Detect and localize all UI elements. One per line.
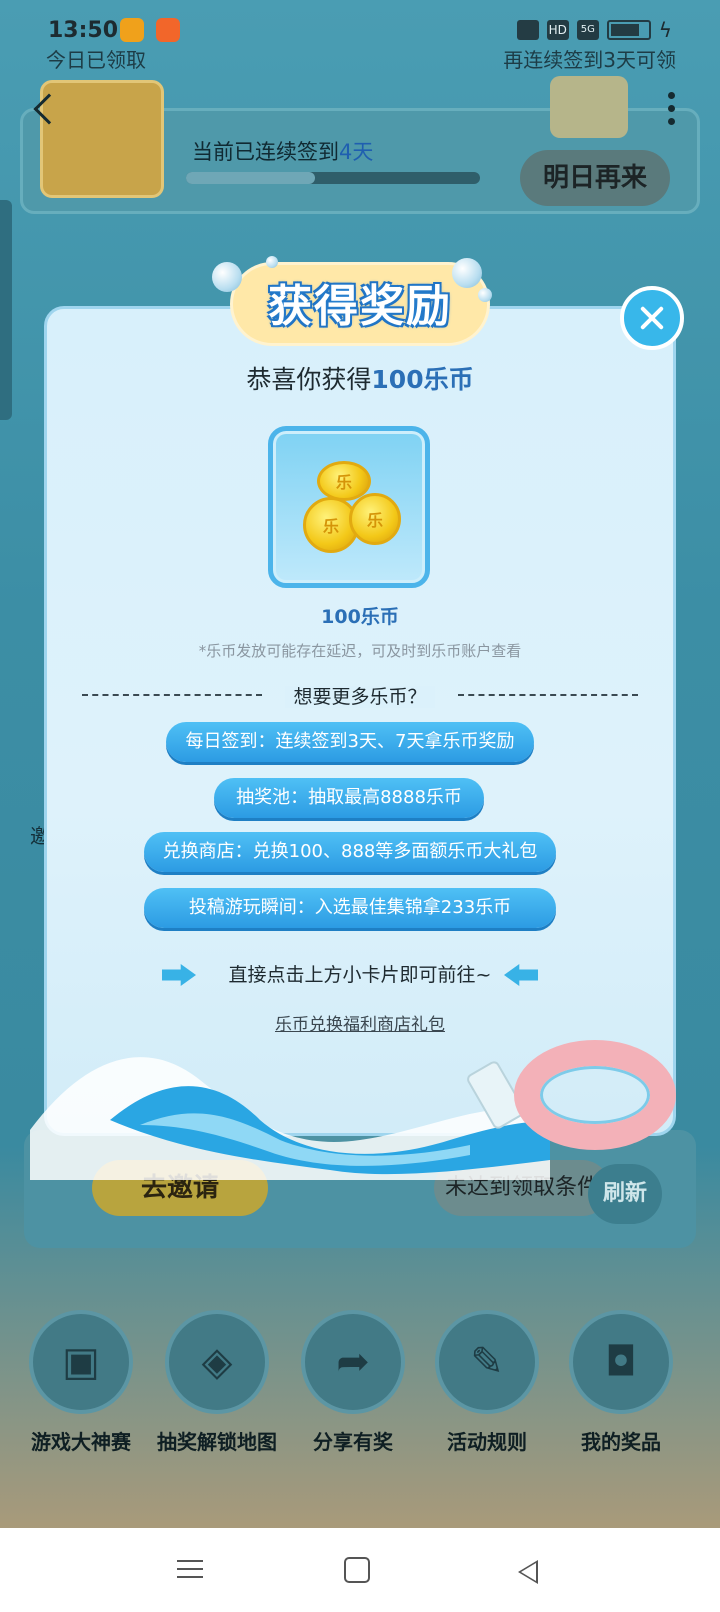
book-icon: ✎ [435,1310,539,1414]
nav-item-rules[interactable]: ✎ 活动规则 [422,1310,552,1455]
coin-glyph: 乐 [335,473,352,492]
coin-glyph: 乐 [366,511,383,530]
nav-item-share[interactable]: ➦ 分享有奖 [288,1310,418,1455]
gift-icon: ◘ [569,1310,673,1414]
bubble-decoration [478,288,492,302]
hd-badge: HD [546,20,569,40]
claim-hint-text: 再连续签到3天可领 [503,48,676,72]
bottom-nav: ▣ 游戏大神赛 ◈ 抽奖解锁地图 ➦ 分享有奖 ✎ 活动规则 ◘ 我的奖品 [0,1310,720,1460]
bubble-decoration [452,258,482,288]
nav-label: 分享有奖 [313,1430,393,1454]
battery-icon [606,20,651,40]
nav-label: 抽奖解锁地图 [157,1430,277,1454]
reward-note: *乐币发放可能存在延迟，可及时到乐币账户查看 [198,642,522,660]
shop-link[interactable]: 乐币兑换福利商店礼包 [44,1010,676,1035]
status-bar: 13:50 HD 5G ϟ [0,0,720,44]
congrats-text: 恭喜你获得100乐币 [44,360,676,396]
system-navigation-bar [0,1528,720,1612]
small-coin-box [550,76,628,138]
kuaishou-app-icon [156,18,180,42]
menu-icon[interactable] [174,1554,206,1586]
weibo-app-icon [120,18,144,42]
signin-status: 当前已连续签到4天 [192,136,373,166]
more-icon[interactable] [668,92,676,131]
lottery-pool-card[interactable]: 抽奖池：抽取最高8888乐币 [214,778,484,818]
signin-progress-fill [186,172,316,184]
back-triangle-icon[interactable] [518,1560,538,1584]
nav-label: 我的奖品 [581,1430,661,1454]
reward-name: 100乐币 [321,606,399,628]
nav-item-my-prizes[interactable]: ◘ 我的奖品 [556,1310,686,1455]
signal-icon: 5G [576,20,599,40]
signin-coin-box [40,80,164,198]
map-icon: ◈ [165,1310,269,1414]
status-icons: HD 5G ϟ [516,18,672,42]
signin-progress-bar [186,172,480,184]
share-icon: ➦ [301,1310,405,1414]
nav-item-game-contest[interactable]: ▣ 游戏大神赛 [16,1310,146,1455]
come-back-tomorrow-button[interactable]: 明日再来 [520,150,670,206]
signin-prefix: 当前已连续签到 [192,140,339,164]
submit-moment-card[interactable]: 投稿游玩瞬间：入选最佳集锦拿233乐币 [144,888,556,928]
nav-item-lottery-map[interactable]: ◈ 抽奖解锁地图 [152,1310,282,1455]
divider-title: 想要更多乐币？ [82,682,638,709]
nav-label: 游戏大神赛 [31,1430,131,1454]
hint-text: 直接点击上方小卡片即可前往~ [228,964,492,986]
more-coins-divider: 想要更多乐币？ [82,682,638,708]
congrats-amount: 100乐币 [371,365,474,394]
divider-title-text: 想要更多乐币？ [285,686,435,708]
close-icon[interactable] [620,286,684,350]
reward-card: 乐 乐 乐 [268,426,430,588]
daily-signin-card[interactable]: 每日签到：连续签到3天、7天拿乐币奖励 [166,722,534,762]
exchange-shop-card[interactable]: 兑换商店：兑换100、888等多面额乐币大礼包 [144,832,556,872]
claimed-today-text: 今日已领取 [46,48,146,72]
bubble-decoration [212,262,242,292]
status-time: 13:50 [48,18,119,43]
coin-icon: 乐 [349,493,401,545]
wifi-icon [516,20,539,40]
tv-icon: ▣ [29,1310,133,1414]
congrats-prefix: 恭喜你获得 [246,365,372,394]
home-icon[interactable] [344,1557,370,1583]
bubble-decoration [266,256,278,268]
swim-ring-decoration [514,1040,676,1150]
signin-days: 4天 [339,140,374,164]
side-handle[interactable] [0,200,12,420]
nav-label: 活动规则 [447,1430,527,1454]
modal-title: 获得奖励 [268,281,452,332]
charging-icon: ϟ [658,18,672,42]
